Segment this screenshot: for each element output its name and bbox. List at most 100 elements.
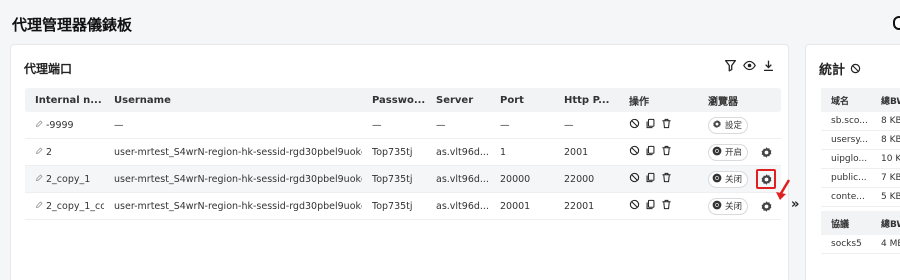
browser-toggle-label: 开启	[725, 148, 743, 158]
edit-icon[interactable]	[35, 120, 43, 131]
internal-name-text: 2_copy_1_cc	[46, 200, 104, 212]
stats-row: socks5 4 ME	[821, 235, 900, 254]
table-header: Internal n... Username Passwo... Server …	[25, 88, 781, 112]
stats-row: usersy... 8 KB	[821, 131, 900, 150]
col-protocol: 協議	[831, 219, 850, 230]
stats-bw-cell: 4 ME	[881, 239, 900, 249]
port-cell: 20000	[500, 173, 531, 185]
username-cell: user-mrtest_S4wrN-region-hk-sessid-rgd30…	[114, 146, 362, 158]
edit-icon[interactable]	[35, 174, 43, 185]
edit-icon[interactable]	[35, 147, 43, 158]
gear-icon	[712, 119, 722, 132]
internal-name-text: 2_copy_1	[46, 173, 91, 185]
table-row: 2_copy_1 user-mrtest_S4wrN-region-hk-sess…	[25, 166, 781, 193]
port-cell: 1	[500, 146, 507, 158]
col-total-bw: 總BW	[881, 96, 900, 107]
port-cell: —	[500, 119, 510, 131]
browser-cell: 設定	[698, 116, 781, 134]
copy-icon[interactable]	[645, 199, 656, 213]
disable-icon[interactable]	[629, 172, 640, 186]
col-password[interactable]: Passwo...	[362, 95, 426, 106]
http-port-cell: —	[564, 119, 574, 131]
col-domain: 域名	[831, 96, 850, 107]
col-http-port[interactable]: Http P...	[554, 95, 619, 106]
col-username[interactable]: Username	[104, 95, 362, 106]
browser-cell: 关闭	[698, 196, 781, 216]
ports-toolbar	[724, 59, 775, 75]
ports-table: Internal n... Username Passwo... Server …	[25, 88, 781, 220]
copy-icon[interactable]	[645, 118, 656, 132]
username-cell: user-mrtest_S4wrN-region-hk-sessid-rgd30…	[114, 173, 362, 185]
col-protocol-bw: 總BW	[881, 219, 900, 230]
username-cell: —	[114, 119, 124, 131]
copy-icon[interactable]	[645, 145, 656, 159]
stats-row: conte... 5 KB	[821, 188, 900, 207]
password-cell: Top735tj	[372, 200, 413, 212]
download-icon[interactable]	[762, 59, 775, 75]
http-port-cell: 22001	[564, 200, 595, 212]
col-internal-name[interactable]: Internal n...	[25, 95, 104, 106]
browser-toggle-button[interactable]: 关闭	[708, 170, 749, 188]
ban-icon[interactable]	[850, 63, 861, 74]
page-title: 代理管理器儀錶板	[12, 16, 133, 34]
internal-name-cell[interactable]: 2_copy_1_cc	[25, 201, 104, 212]
proxy-ports-card: 代理端口 Internal n... Username Passwo... Se…	[10, 44, 789, 280]
delete-icon[interactable]	[661, 118, 672, 132]
chrome-icon	[712, 146, 722, 159]
server-cell: as.vlt96d...	[436, 200, 489, 212]
disable-icon[interactable]	[629, 199, 640, 213]
disable-icon[interactable]	[629, 145, 640, 159]
delete-icon[interactable]	[661, 199, 672, 213]
stats-title: 統計	[819, 59, 861, 78]
stats-name-cell: usersy...	[831, 135, 868, 145]
proxy-ports-title: 代理端口	[24, 62, 73, 76]
col-actions: 操作	[629, 96, 649, 108]
expand-chevron-icon[interactable]: »	[791, 197, 799, 212]
browser-toggle-button[interactable]: 設定	[708, 116, 749, 134]
filter-icon[interactable]	[724, 59, 737, 75]
settings-gear-icon[interactable]	[756, 169, 777, 189]
browser-cell: 开启	[698, 142, 781, 162]
browser-toggle-button[interactable]: 关闭	[708, 197, 749, 215]
actions-cell	[619, 118, 698, 132]
browser-toggle-button[interactable]: 开启	[708, 143, 749, 161]
stats-bw-cell: 7 KB	[881, 173, 900, 183]
col-server[interactable]: Server	[426, 95, 490, 106]
delete-icon[interactable]	[661, 172, 672, 186]
copy-icon[interactable]	[645, 172, 656, 186]
stats-row: public... 7 KB	[821, 169, 900, 188]
internal-name-text: 2	[46, 146, 53, 158]
eye-icon[interactable]	[743, 59, 756, 75]
disable-icon[interactable]	[629, 118, 640, 132]
stats-name-cell: conte...	[831, 192, 865, 202]
username-cell: user-mrtest_S4wrN-region-hk-sessid-rgd30…	[114, 200, 362, 212]
settings-gear-icon[interactable]	[756, 196, 776, 216]
stats-bw-cell: 10 K	[881, 154, 900, 164]
internal-name-cell[interactable]: 2	[25, 147, 104, 158]
top-right-toggle[interactable]	[893, 16, 900, 30]
stats-name-cell: uipglo...	[831, 154, 868, 164]
delete-icon[interactable]	[661, 145, 672, 159]
server-cell: —	[436, 119, 446, 131]
edit-icon[interactable]	[35, 201, 43, 212]
chrome-icon	[712, 173, 722, 186]
http-port-cell: 2001	[564, 146, 589, 158]
http-port-cell: 22000	[564, 173, 595, 185]
stats-name-cell: socks5	[831, 239, 862, 249]
internal-name-cell[interactable]: -9999	[25, 120, 104, 131]
server-cell: as.vlt96d...	[436, 146, 489, 158]
stats-bw-cell: 8 KB	[881, 116, 900, 126]
stats-row: sb.sco... 8 KB	[821, 112, 900, 131]
col-browser: 瀏覽器	[708, 96, 738, 108]
chrome-icon	[712, 200, 722, 213]
actions-cell	[619, 172, 698, 186]
table-row: 2 user-mrtest_S4wrN-region-hk-sessid-rgd3…	[25, 139, 781, 166]
stats-domain-header: 域名 總BW	[821, 88, 900, 112]
stats-protocol-header: 協議 總BW	[821, 211, 900, 235]
col-port[interactable]: Port	[490, 95, 554, 106]
internal-name-cell[interactable]: 2_copy_1	[25, 174, 104, 185]
browser-toggle-label: 关闭	[725, 202, 743, 212]
actions-cell	[619, 199, 698, 213]
actions-cell	[619, 145, 698, 159]
settings-gear-icon[interactable]	[756, 142, 776, 162]
